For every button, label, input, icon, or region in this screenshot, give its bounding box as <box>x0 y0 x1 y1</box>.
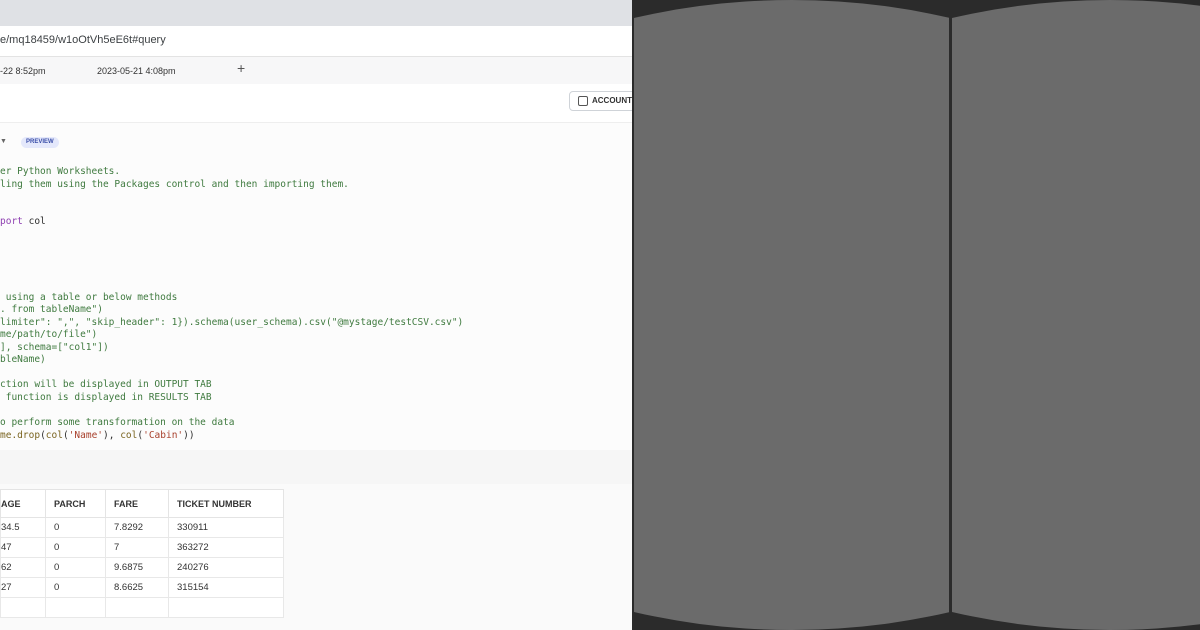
worksheet-tab-2[interactable]: 2023-05-21 4:08pm <box>97 66 176 76</box>
column-header-ticket-number[interactable]: TICKET NUMBER <box>168 489 284 518</box>
table-cell: 0 <box>45 537 106 558</box>
code-token: col <box>22 216 46 228</box>
worksheet-tabs: -22 8:52pm 2023-05-21 4:08pm + <box>0 57 632 84</box>
code-line: . from tableName") <box>0 304 103 315</box>
table-cell <box>45 597 106 618</box>
table-cell: 330911 <box>168 517 284 538</box>
results-panel: AGE PARCH FARE TICKET NUMBER 34.5 0 7.8292… <box>0 484 632 630</box>
table-cell <box>105 597 169 618</box>
output-divider <box>0 450 632 485</box>
code-line: ling them using the Packages control and… <box>0 179 349 190</box>
code-token: function is displayed in RESULTS TAB <box>0 391 212 403</box>
column-header-fare[interactable]: FARE <box>105 489 169 518</box>
gray-disk-left <box>634 0 949 630</box>
worksheet-screenshot: e/mq18459/w1oOtVh5eE6t#query -22 8:52pm … <box>0 0 632 630</box>
gray-disk-right <box>952 0 1200 630</box>
code-token: o perform some transformation on the dat… <box>0 417 235 428</box>
code-token: drop <box>17 429 41 441</box>
plus-icon[interactable]: + <box>237 60 245 76</box>
table-cell: 34.5 <box>0 517 46 538</box>
table-cell: 7 <box>105 537 169 558</box>
code-editor[interactable]: ▼ PREVIEW er Python Worksheets. ling them… <box>0 123 632 450</box>
code-token: col <box>45 429 63 441</box>
column-header-age[interactable]: AGE <box>0 489 46 518</box>
code-token: ], schema=["col1"]) <box>0 341 109 353</box>
browser-tab-strip <box>0 0 632 26</box>
code-token: er Python Worksheets. <box>0 166 121 177</box>
results-header-row: AGE PARCH FARE TICKET NUMBER <box>0 489 284 518</box>
table-cell: 0 <box>45 557 106 578</box>
table-cell: 0 <box>45 517 106 538</box>
table-cell: 0 <box>45 577 106 598</box>
table-cell: 315154 <box>168 577 284 598</box>
table-cell: 240276 <box>168 557 284 578</box>
code-line: using a table or below methods <box>0 291 178 303</box>
code-token: ), <box>103 429 121 441</box>
address-bar[interactable]: e/mq18459/w1oOtVh5eE6t#query <box>0 26 632 57</box>
table-row[interactable] <box>0 597 284 618</box>
account-button[interactable]: ACCOUNT <box>569 91 632 111</box>
code-token: )) <box>183 429 195 441</box>
code-token: bleName) <box>0 354 46 366</box>
code-line: me.drop(col('Name'), col('Cabin')) <box>0 430 195 441</box>
account-button-label: ACCOUNT <box>592 96 632 105</box>
table-cell <box>0 597 46 618</box>
results-table: AGE PARCH FARE TICKET NUMBER 34.5 0 7.8292… <box>0 489 284 618</box>
table-cell: 8.6625 <box>105 577 169 598</box>
table-cell: 9.6875 <box>105 557 169 578</box>
code-token: me. <box>0 429 18 441</box>
right-panel-2 <box>952 0 1200 630</box>
code-token: col <box>120 429 138 441</box>
code-token: 'Cabin' <box>143 429 184 441</box>
code-token: port <box>0 216 23 228</box>
code-token: ling them using the Packages control and… <box>0 178 349 190</box>
url-text[interactable]: e/mq18459/w1oOtVh5eE6t#query <box>0 34 166 46</box>
table-cell: 47 <box>0 537 46 558</box>
code-token: me/path/to/file") <box>0 329 98 341</box>
code-token: using a table or below methods <box>0 291 178 303</box>
preview-badge: PREVIEW <box>21 137 59 148</box>
worksheet-toolbar: ACCOUNT <box>0 84 632 123</box>
right-panel-1 <box>634 0 949 630</box>
caret-down-icon[interactable]: ▼ <box>0 138 7 145</box>
column-header-parch[interactable]: PARCH <box>45 489 106 518</box>
table-cell: 7.8292 <box>105 517 169 538</box>
table-row[interactable]: 62 0 9.6875 240276 <box>0 557 284 578</box>
code-line: er Python Worksheets. <box>0 166 120 177</box>
table-cell: 27 <box>0 577 46 598</box>
code-line: o perform some transformation on the dat… <box>0 417 235 428</box>
code-line: ], schema=["col1"]) <box>0 342 109 353</box>
code-line: bleName) <box>0 354 46 365</box>
code-line: port col <box>0 216 46 227</box>
table-cell: 363272 <box>168 537 284 558</box>
worksheet-tab-1[interactable]: -22 8:52pm <box>0 66 46 76</box>
account-icon <box>578 96 588 106</box>
table-row[interactable]: 34.5 0 7.8292 330911 <box>0 517 284 538</box>
table-row[interactable]: 27 0 8.6625 315154 <box>0 577 284 598</box>
code-line: me/path/to/file") <box>0 329 97 340</box>
code-token: 'Name' <box>68 429 104 441</box>
code-token: . from tableName") <box>0 304 103 316</box>
code-token: ction will be displayed in OUTPUT TAB <box>0 379 212 391</box>
code-line: function is displayed in RESULTS TAB <box>0 392 212 403</box>
code-line: limiter": ",", "skip_header": 1}).schema… <box>0 317 463 328</box>
table-row[interactable]: 47 0 7 363272 <box>0 537 284 558</box>
code-token: limiter": ",", "skip_header": 1}).schema… <box>0 316 464 328</box>
code-line: ction will be displayed in OUTPUT TAB <box>0 379 212 390</box>
table-cell <box>168 597 284 618</box>
table-cell: 62 <box>0 557 46 578</box>
